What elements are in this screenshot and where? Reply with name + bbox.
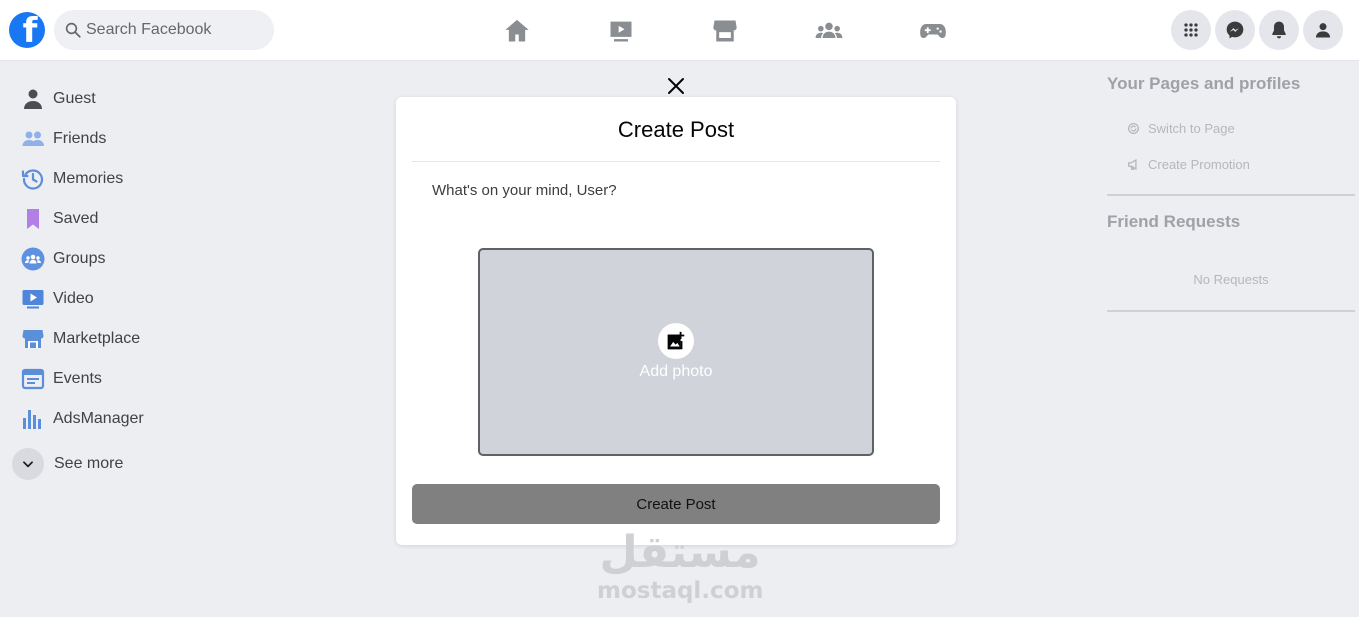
messenger-button[interactable] (1215, 10, 1255, 50)
nav-gaming[interactable] (881, 0, 985, 61)
sidebar-item-label: Saved (53, 210, 99, 227)
watermark-arabic: مستقل (599, 527, 761, 578)
sidebar-item-memories[interactable]: Memories (12, 159, 272, 199)
no-requests-text: No Requests (1193, 272, 1269, 287)
events-icon (20, 366, 46, 392)
groups-icon (815, 22, 843, 38)
sidebar-item-groups[interactable]: Groups (12, 239, 272, 279)
top-navigation-bar: f (0, 0, 1359, 61)
add-photo-icon (667, 331, 685, 350)
marketplace-icon (20, 326, 46, 352)
see-more-label: See more (54, 455, 124, 472)
close-icon (668, 78, 684, 94)
sidebar-item-guest[interactable]: Guest (12, 79, 272, 119)
sidebar-item-marketplace[interactable]: Marketplace (12, 319, 272, 359)
sidebar-item-label: Groups (53, 250, 106, 267)
facebook-logo[interactable]: f (9, 12, 45, 48)
notifications-button[interactable] (1259, 10, 1299, 50)
video-icon (20, 286, 46, 312)
ads-manager-icon (20, 406, 46, 432)
bookmark-icon (20, 206, 46, 232)
home-icon (505, 19, 529, 41)
groups-icon (20, 246, 46, 272)
nav-groups[interactable] (777, 0, 881, 61)
add-photo-area[interactable]: Add photo (478, 248, 874, 456)
sidebar-item-label: Friends (53, 130, 107, 147)
see-more-button[interactable]: See more (12, 441, 272, 487)
main-nav (465, 0, 985, 61)
video-icon (610, 21, 632, 41)
chevron-down-icon (12, 448, 44, 480)
left-sidebar: Guest Friends Memories Saved Groups Vide… (12, 79, 272, 487)
gaming-icon (920, 23, 946, 38)
switch-to-page-label: Switch to Page (1148, 120, 1235, 136)
sidebar-item-friends[interactable]: Friends (12, 119, 272, 159)
sidebar-item-label: Guest (53, 90, 96, 107)
sidebar-item-video[interactable]: Video (12, 279, 272, 319)
sidebar-item-label: Memories (53, 170, 124, 187)
account-controls (1171, 10, 1343, 50)
menu-button[interactable] (1171, 10, 1211, 50)
sidebar-item-label: Events (53, 370, 102, 387)
nav-home[interactable] (465, 0, 569, 61)
sidebar-item-label: Marketplace (53, 330, 141, 347)
divider (412, 161, 940, 162)
sidebar-item-saved[interactable]: Saved (12, 199, 272, 239)
friend-requests-title: Friend Requests (1107, 212, 1241, 231)
account-icon (1315, 23, 1331, 38)
marketplace-icon (713, 20, 737, 41)
switch-icon (1127, 122, 1140, 134)
create-post-button[interactable]: Create Post (412, 484, 940, 524)
menu-grid-icon (1184, 23, 1198, 37)
sidebar-item-label: Video (53, 290, 94, 307)
user-icon (20, 86, 46, 112)
search-bar[interactable] (54, 10, 274, 50)
watermark: مستقل mostaql.com (597, 527, 764, 605)
create-promotion-link[interactable]: Create Promotion (1107, 146, 1355, 182)
right-panel: Your Pages and profiles Switch to Page C… (1107, 74, 1355, 328)
nav-watch[interactable] (569, 0, 673, 61)
sidebar-item-events[interactable]: Events (12, 359, 272, 399)
close-modal-button[interactable] (664, 74, 688, 98)
account-button[interactable] (1303, 10, 1343, 50)
megaphone-icon (1127, 158, 1137, 170)
switch-to-page-link[interactable]: Switch to Page (1107, 110, 1355, 146)
create-promotion-label: Create Promotion (1148, 156, 1250, 172)
watermark-latin: mostaql.com (597, 578, 764, 604)
add-photo-label: Add photo (639, 363, 713, 380)
messenger-icon (1226, 21, 1244, 39)
sidebar-item-adsmanager[interactable]: AdsManager (12, 399, 272, 439)
create-post-modal: Create Post What's on your mind, User? A… (396, 97, 956, 545)
nav-marketplace[interactable] (673, 0, 777, 61)
search-icon (65, 22, 81, 38)
facebook-logo-letter: f (22, 12, 38, 48)
add-photo-button[interactable] (658, 323, 694, 359)
pages-profiles-title: Your Pages and profiles (1107, 74, 1301, 93)
friends-icon (20, 126, 46, 152)
sidebar-item-label: AdsManager (53, 410, 144, 427)
post-text-input[interactable]: What's on your mind, User? (432, 182, 617, 199)
search-input[interactable] (86, 21, 266, 39)
notifications-icon (1272, 21, 1286, 39)
modal-title: Create Post (617, 117, 735, 142)
divider (1107, 194, 1355, 196)
memories-icon (20, 166, 46, 192)
divider (1107, 310, 1355, 312)
